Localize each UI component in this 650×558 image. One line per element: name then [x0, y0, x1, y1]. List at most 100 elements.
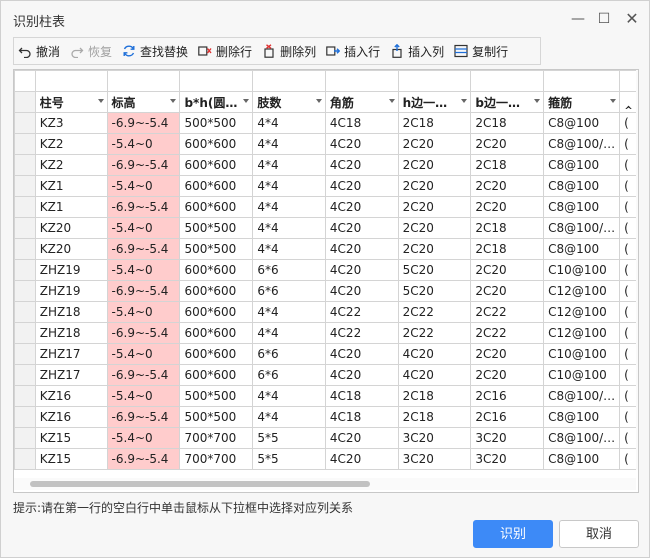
table-cell[interactable]: 6*6	[252, 259, 326, 281]
table-cell[interactable]: KZ1	[34, 175, 108, 197]
table-cell[interactable]: 6*6	[252, 364, 326, 386]
table-cell[interactable]: 4*4	[252, 406, 326, 428]
table-cell[interactable]: 2C20	[397, 154, 472, 176]
blank-cell[interactable]	[106, 70, 181, 92]
column-header[interactable]: b边一…	[470, 91, 545, 113]
dropdown-arrow-icon[interactable]	[97, 99, 104, 103]
delete-row-button[interactable]: 删除行	[198, 39, 252, 63]
table-row[interactable]: ZHZ18 -5.4~0 600*600 4*4 4C22 2C22 2C22 C12@100…	[14, 301, 638, 323]
table-cell[interactable]: -6.9~-5.4	[106, 196, 181, 218]
table-row[interactable]: ZHZ17 -5.4~0 600*600 6*6 4C20 4C20 2C20 C10@100…	[14, 343, 638, 365]
table-cell[interactable]: C8@100	[543, 406, 621, 428]
table-cell[interactable]: C8@100	[543, 196, 621, 218]
table-cell[interactable]: (	[619, 196, 638, 218]
table-cell[interactable]: (	[619, 406, 638, 428]
table-cell[interactable]: ZHZ19	[34, 259, 108, 281]
table-row[interactable]: ZHZ19 -6.9~-5.4 600*600 6*6 4C20 5C20 2C20 C12@…	[14, 280, 638, 302]
table-cell[interactable]: -6.9~-5.4	[106, 154, 181, 176]
table-cell[interactable]: 2C20	[397, 175, 472, 197]
table-cell[interactable]: 4*4	[252, 301, 326, 323]
table-cell[interactable]: -6.9~-5.4	[106, 364, 181, 386]
table-cell[interactable]: 600*600	[179, 133, 254, 155]
table-cell[interactable]: -5.4~0	[106, 301, 181, 323]
table-row[interactable]: KZ15 -5.4~0 700*700 5*5 4C20 3C20 3C20 C8@100/……	[14, 427, 638, 449]
dropdown-arrow-icon[interactable]	[315, 99, 322, 103]
table-cell[interactable]: 4*4	[252, 385, 326, 407]
table-cell[interactable]: 500*500	[179, 112, 254, 134]
row-header-cell[interactable]	[14, 301, 36, 323]
table-cell[interactable]: -5.4~0	[106, 343, 181, 365]
table-cell[interactable]: 4C22	[324, 301, 399, 323]
table-cell[interactable]: C8@100	[543, 112, 621, 134]
table-cell[interactable]: 6*6	[252, 343, 326, 365]
table-cell[interactable]: ZHZ18	[34, 322, 108, 344]
table-cell[interactable]: -6.9~-5.4	[106, 280, 181, 302]
table-cell[interactable]: KZ16	[34, 385, 108, 407]
row-header-cell[interactable]	[14, 217, 36, 239]
table-row[interactable]: KZ15 -6.9~-5.4 700*700 5*5 4C20 3C20 3C20 C8@10…	[14, 448, 638, 470]
table-cell[interactable]: ZHZ18	[34, 301, 108, 323]
table-cell[interactable]: 600*600	[179, 154, 254, 176]
table-cell[interactable]: -5.4~0	[106, 175, 181, 197]
table-cell[interactable]: C8@100	[543, 175, 621, 197]
table-cell[interactable]: (	[619, 427, 638, 449]
table-row[interactable]: KZ1 -5.4~0 600*600 4*4 4C20 2C20 2C20 C8@100(	[14, 175, 638, 197]
table-cell[interactable]: 4C20	[324, 259, 399, 281]
table-cell[interactable]: -5.4~0	[106, 259, 181, 281]
table-cell[interactable]: C8@100/…	[543, 133, 621, 155]
blank-cell[interactable]	[252, 70, 326, 92]
blank-cell[interactable]	[324, 70, 399, 92]
table-cell[interactable]: 4*4	[252, 238, 326, 260]
table-cell[interactable]: 2C20	[397, 217, 472, 239]
table-cell[interactable]: 600*600	[179, 175, 254, 197]
table-cell[interactable]: C10@100	[543, 343, 621, 365]
table-cell[interactable]: C8@100	[543, 154, 621, 176]
horizontal-scrollbar[interactable]	[14, 478, 636, 490]
column-header[interactable]: 角筋	[324, 91, 399, 113]
table-cell[interactable]: 2C18	[470, 238, 545, 260]
table-cell[interactable]: (	[619, 301, 638, 323]
table-cell[interactable]: -5.4~0	[106, 133, 181, 155]
table-row[interactable]: KZ16 -5.4~0 500*500 4*4 4C18 2C18 2C16 C8@100/……	[14, 385, 638, 407]
table-cell[interactable]: C10@100	[543, 364, 621, 386]
table-cell[interactable]: 4C20	[324, 343, 399, 365]
blank-cell[interactable]	[179, 70, 254, 92]
table-cell[interactable]: 4C20	[397, 343, 472, 365]
vertical-scrollbar[interactable]	[636, 70, 638, 470]
table-cell[interactable]: KZ20	[34, 238, 108, 260]
row-header-cell[interactable]	[14, 133, 36, 155]
table-row[interactable]: KZ20 -6.9~-5.4 500*500 4*4 4C20 2C20 2C18 C8@10…	[14, 238, 638, 260]
table-cell[interactable]: 4C20	[324, 154, 399, 176]
table-cell[interactable]: 2C20	[397, 196, 472, 218]
table-cell[interactable]: 2C22	[397, 301, 472, 323]
table-cell[interactable]: 4C20	[324, 448, 399, 470]
table-cell[interactable]: (	[619, 175, 638, 197]
close-icon[interactable]: ✕	[621, 9, 643, 29]
table-cell[interactable]: 4*4	[252, 112, 326, 134]
blank-mapping-row[interactable]	[14, 70, 638, 92]
table-cell[interactable]: 600*600	[179, 259, 254, 281]
table-cell[interactable]: (	[619, 322, 638, 344]
table-cell[interactable]: 2C20	[397, 133, 472, 155]
recognize-button[interactable]: 识别	[473, 520, 553, 548]
table-cell[interactable]: 500*500	[179, 238, 254, 260]
table-cell[interactable]: 3C20	[397, 427, 472, 449]
table-cell[interactable]: 2C18	[397, 406, 472, 428]
table-cell[interactable]: 4C20	[324, 238, 399, 260]
table-cell[interactable]: 5C20	[397, 259, 472, 281]
table-cell[interactable]: 600*600	[179, 322, 254, 344]
table-cell[interactable]: 4C18	[324, 406, 399, 428]
horizontal-scroll-thumb[interactable]	[30, 481, 370, 487]
table-cell[interactable]: (	[619, 133, 638, 155]
table-cell[interactable]: C8@100/…	[543, 385, 621, 407]
table-cell[interactable]: 2C22	[470, 301, 545, 323]
blank-cell[interactable]	[543, 70, 621, 92]
table-cell[interactable]: -5.4~0	[106, 385, 181, 407]
blank-cell[interactable]	[470, 70, 545, 92]
table-cell[interactable]: 5C20	[397, 280, 472, 302]
table-cell[interactable]: ZHZ19	[34, 280, 108, 302]
table-cell[interactable]: 2C20	[470, 364, 545, 386]
table-cell[interactable]: KZ16	[34, 406, 108, 428]
table-cell[interactable]: (	[619, 238, 638, 260]
table-cell[interactable]: 2C20	[470, 280, 545, 302]
